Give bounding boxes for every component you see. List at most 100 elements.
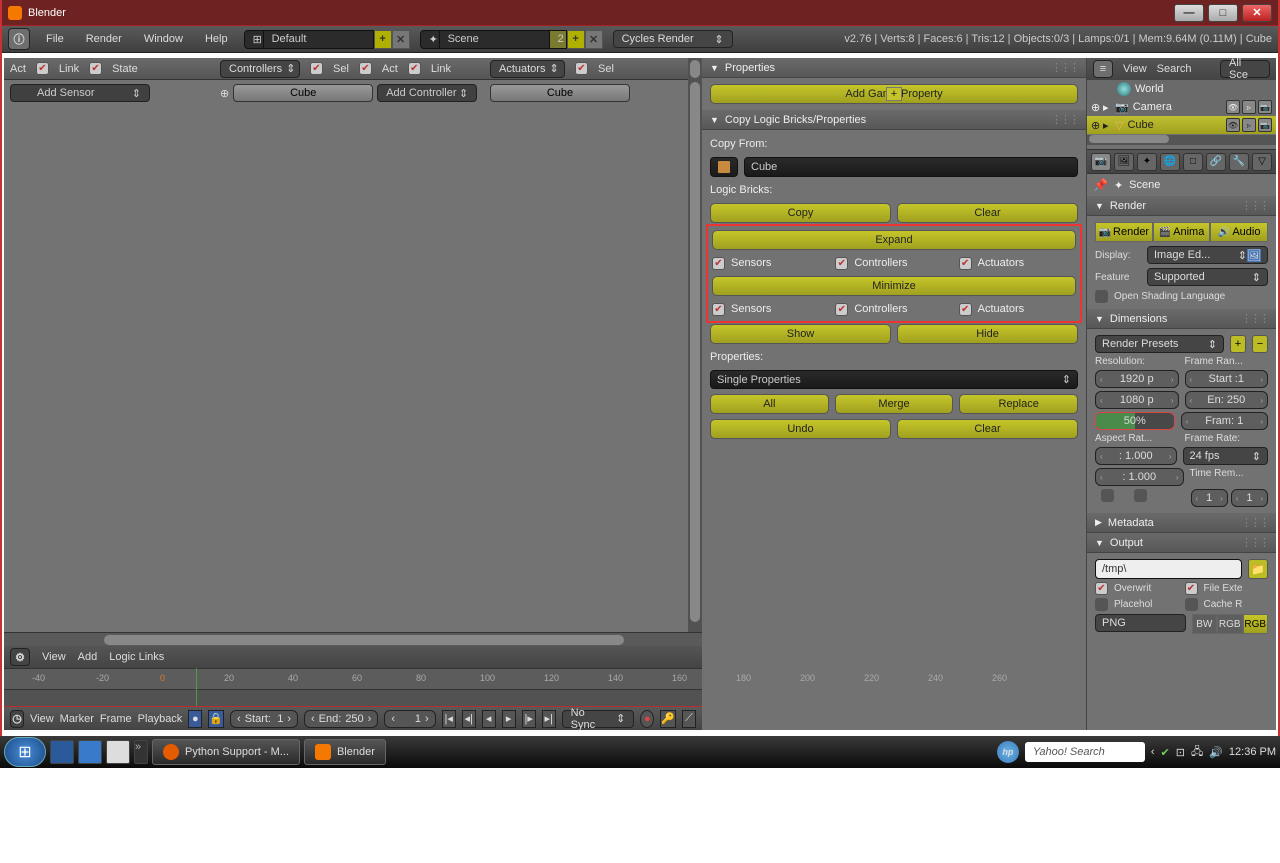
render-engine-dropdown[interactable]: Cycles Render⇕ xyxy=(613,30,733,48)
eye-icon[interactable]: 👁 xyxy=(1226,118,1240,132)
quick-launch-2[interactable] xyxy=(78,740,102,764)
auto-keyframe-button[interactable]: ● xyxy=(188,710,202,728)
render-tab-icon[interactable]: 📷 xyxy=(1091,153,1111,171)
data-tab-icon[interactable]: ▽ xyxy=(1252,153,1272,171)
actuators-checkbox-2[interactable]: ✔ xyxy=(959,303,972,316)
logic-add-menu[interactable]: Add xyxy=(78,651,98,663)
fps-dropdown[interactable]: 24 fps⇕ xyxy=(1183,447,1269,465)
expand-icon[interactable]: ⊕ xyxy=(220,84,229,628)
undo-button[interactable]: Undo xyxy=(710,419,891,439)
scene-breadcrumb[interactable]: Scene xyxy=(1129,179,1160,191)
copy-button[interactable]: Copy xyxy=(710,203,891,223)
end-frame-field[interactable]: ‹End:250› xyxy=(304,710,378,728)
new-map-field[interactable]: ‹1› xyxy=(1231,489,1268,507)
taskbar-app-blender[interactable]: Blender xyxy=(304,739,386,765)
screen-layout-dropdown[interactable]: ⊞ Default + ✕ xyxy=(244,30,410,49)
aspect-x-field[interactable]: ‹: 1.000› xyxy=(1095,447,1177,465)
render-button[interactable]: 📷Render xyxy=(1095,222,1153,242)
sensors-checkbox-1[interactable]: ✔ xyxy=(712,257,725,270)
link-checkbox[interactable]: ✔ xyxy=(89,62,102,75)
add-layout-button[interactable]: + xyxy=(374,30,392,49)
playhead[interactable] xyxy=(196,668,197,706)
eye-icon[interactable]: 👁 xyxy=(1226,100,1240,114)
sensors-checkbox-2[interactable]: ✔ xyxy=(712,303,725,316)
play-reverse-button[interactable]: ◂ xyxy=(482,710,496,728)
feature-dropdown[interactable]: Supported⇕ xyxy=(1147,268,1268,286)
logic-editor-icon[interactable]: ⚙ xyxy=(10,648,30,666)
add-scene-button[interactable]: + xyxy=(567,30,585,49)
logic-hscrollbar[interactable] xyxy=(4,632,702,646)
outliner-hscroll[interactable] xyxy=(1087,135,1276,145)
outliner-item-camera[interactable]: ⊕▸📷Camera 👁▹📷 xyxy=(1087,98,1276,116)
sync-dropdown[interactable]: No Sync⇕ xyxy=(562,710,635,728)
object-picker-icon[interactable] xyxy=(710,157,738,177)
render-presets-dropdown[interactable]: Render Presets⇕ xyxy=(1095,335,1224,353)
sel-checkbox[interactable]: ✔ xyxy=(310,62,323,75)
scene-dropdown[interactable]: ✦ Scene 2 + ✕ xyxy=(420,30,603,49)
hp-icon[interactable]: hp xyxy=(997,741,1019,763)
res-x-field[interactable]: ‹1920 p› xyxy=(1095,370,1179,388)
display-dropdown[interactable]: Image Ed...⇕🖼 xyxy=(1147,246,1268,264)
cursor-icon[interactable]: ▹ xyxy=(1242,100,1256,114)
delete-layout-button[interactable]: ✕ xyxy=(392,30,410,49)
outliner-view-menu[interactable]: View xyxy=(1123,63,1147,75)
replace-button[interactable]: Replace xyxy=(959,394,1078,414)
overwrite-checkbox[interactable]: ✔ xyxy=(1095,582,1108,595)
timeline-marker-menu[interactable]: Marker xyxy=(60,713,94,725)
jump-end-button[interactable]: ▸| xyxy=(542,710,556,728)
rgba-button[interactable]: RGB xyxy=(1243,614,1269,634)
frame-step-field[interactable]: ‹Fram: 1› xyxy=(1181,412,1269,430)
outliner-filter-dropdown[interactable]: All Sce xyxy=(1220,60,1270,78)
maximize-window-button[interactable]: □ xyxy=(1208,4,1238,22)
dimensions-panel-header[interactable]: ▼Dimensions⋮⋮⋮ xyxy=(1087,309,1276,329)
pin-icon[interactable]: 📌 xyxy=(1093,178,1108,192)
properties-panel-header[interactable]: ▼ Properties ⋮⋮⋮ xyxy=(702,58,1086,78)
timeline-frame-menu[interactable]: Frame xyxy=(100,713,132,725)
tray-volume-icon[interactable]: 🔊 xyxy=(1209,746,1223,759)
merge-button[interactable]: Merge xyxy=(835,394,954,414)
controllers-checkbox-1[interactable]: ✔ xyxy=(835,257,848,270)
tray-icon-1[interactable]: ✔ xyxy=(1161,746,1170,759)
current-frame-field[interactable]: ‹1› xyxy=(384,710,435,728)
keyframe-prev-button[interactable]: ◂| xyxy=(462,710,476,728)
audio-button[interactable]: 🔊Audio xyxy=(1210,222,1268,242)
lock-button[interactable]: 🔒 xyxy=(208,710,224,728)
constraints-tab-icon[interactable]: 🔗 xyxy=(1206,153,1226,171)
controllers-dropdown[interactable]: Controllers⇕ xyxy=(220,60,300,78)
quick-launch-1[interactable] xyxy=(50,740,74,764)
show-button[interactable]: Show xyxy=(710,324,891,344)
keying-set-icon[interactable]: 🔑 xyxy=(660,710,676,728)
bw-button[interactable]: BW xyxy=(1192,614,1218,634)
timeline-editor-icon[interactable]: ◷ xyxy=(10,710,24,728)
expand-button[interactable]: Expand xyxy=(712,230,1076,250)
play-button[interactable]: ▸ xyxy=(502,710,516,728)
world-tab-icon[interactable]: 🌐 xyxy=(1160,153,1180,171)
clear-button[interactable]: Clear xyxy=(897,203,1078,223)
add-game-property-button[interactable]: + Add Game Property xyxy=(710,84,1078,104)
record-button[interactable]: ● xyxy=(640,710,654,728)
render-icon[interactable]: 📷 xyxy=(1258,118,1272,132)
modifiers-tab-icon[interactable]: 🔧 xyxy=(1229,153,1249,171)
quick-launch-expand[interactable]: » xyxy=(134,740,148,764)
osl-checkbox[interactable] xyxy=(1095,290,1108,303)
timeline-playback-menu[interactable]: Playback xyxy=(138,713,183,725)
menu-file[interactable]: File xyxy=(40,31,70,47)
act-checkbox-2[interactable]: ✔ xyxy=(359,62,372,75)
res-y-field[interactable]: ‹1080 p› xyxy=(1095,391,1179,409)
aspect-y-field[interactable]: ‹: 1.000› xyxy=(1095,468,1184,486)
tray-clock[interactable]: 12:36 PM xyxy=(1229,746,1276,758)
resolution-pct-slider[interactable]: 50% xyxy=(1095,412,1175,430)
properties-mode-dropdown[interactable]: Single Properties⇕ xyxy=(710,370,1078,389)
animation-button[interactable]: 🎬Anima xyxy=(1153,222,1211,242)
placeholder-checkbox[interactable] xyxy=(1095,598,1108,611)
end-frame-field[interactable]: ‹En: 250› xyxy=(1185,391,1269,409)
start-frame-field[interactable]: ‹Start :1› xyxy=(1185,370,1269,388)
old-map-field[interactable]: ‹1› xyxy=(1191,489,1228,507)
minimize-window-button[interactable]: — xyxy=(1174,4,1204,22)
menu-help[interactable]: Help xyxy=(199,31,234,47)
hide-button[interactable]: Hide xyxy=(897,324,1078,344)
cube-actuator-button[interactable]: Cube xyxy=(490,84,630,102)
sel-checkbox-2[interactable]: ✔ xyxy=(575,62,588,75)
drag-grip-icon[interactable]: ⋮⋮⋮ xyxy=(1051,113,1078,126)
add-sensor-button[interactable]: Add Sensor⇕ xyxy=(10,84,150,102)
